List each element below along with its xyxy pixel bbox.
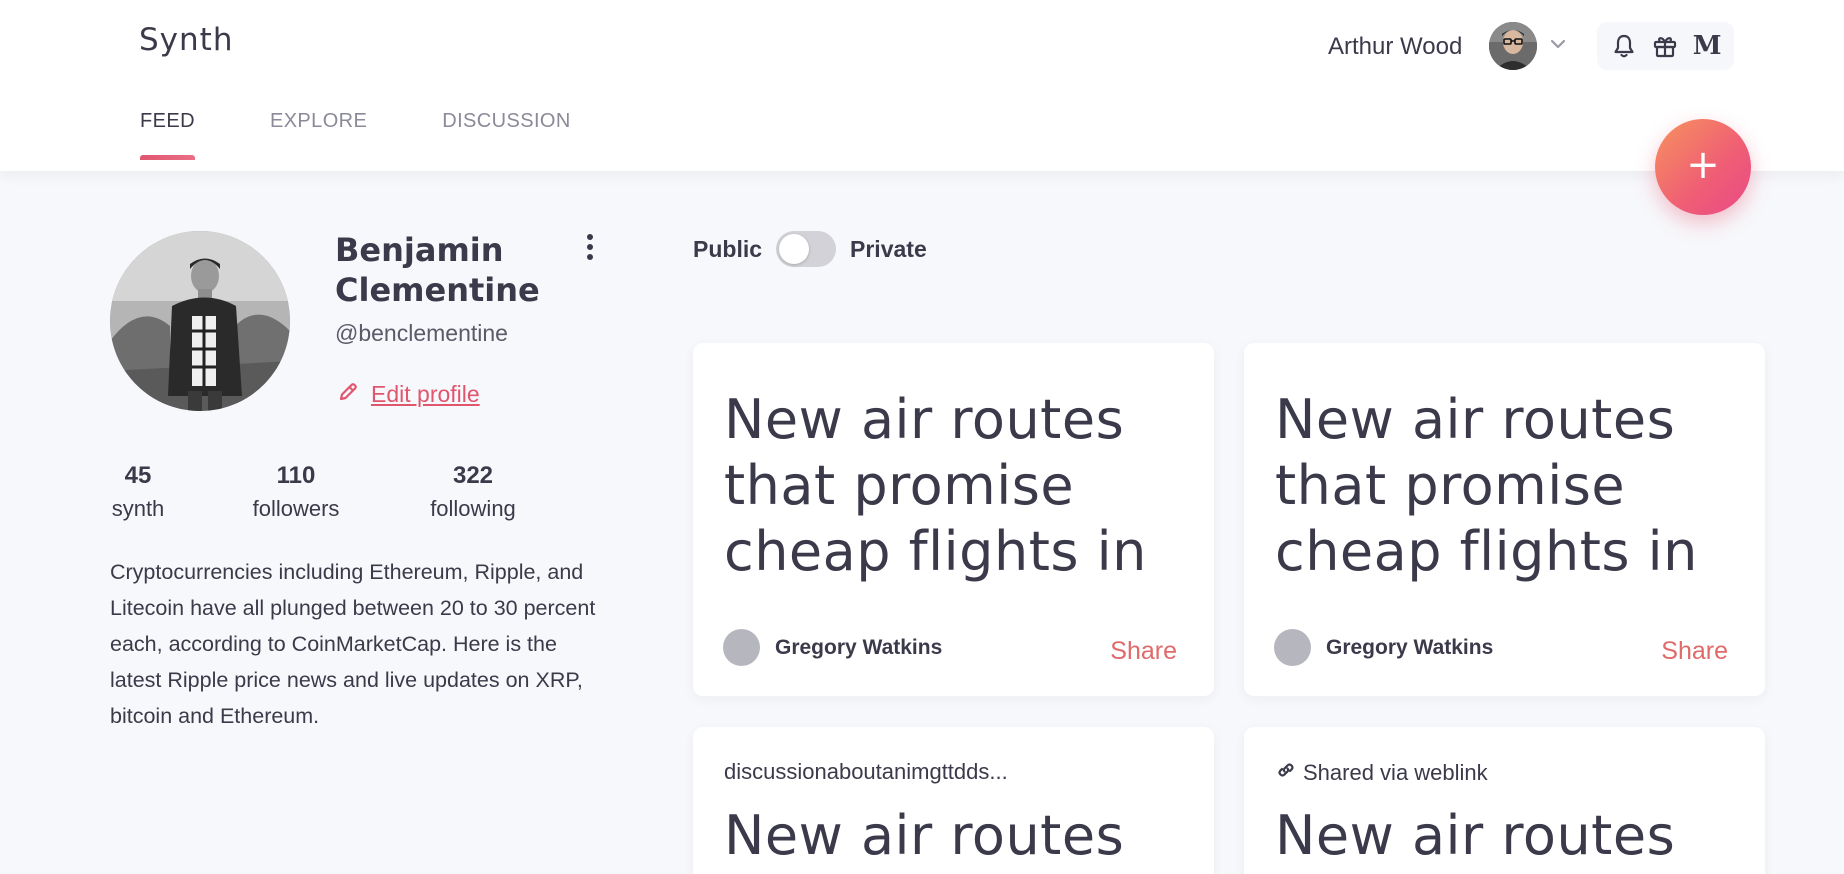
edit-profile-link[interactable]: Edit profile [337, 381, 480, 408]
author-avatar [1274, 629, 1311, 666]
stat-label: followers [252, 496, 340, 521]
tab-discussion[interactable]: DISCUSSION [442, 110, 570, 160]
author-name: Gregory Watkins [1326, 635, 1494, 659]
profile-name: Benjamin Clementine [335, 231, 540, 309]
gift-icon[interactable] [1649, 30, 1681, 62]
post-title[interactable]: New air routes that promise cheap flight… [724, 387, 1194, 585]
tab-explore[interactable]: EXPLORE [270, 110, 367, 160]
user-avatar[interactable] [1489, 22, 1537, 70]
stat-label: synth [111, 496, 165, 521]
stat-followers[interactable]: 110 followers [245, 462, 347, 522]
stat-value: 45 [124, 462, 152, 489]
main-tabs: FEED EXPLORE DISCUSSION [140, 110, 571, 160]
post-meta-text: Shared via weblink [1303, 760, 1488, 785]
user-name[interactable]: Arthur Wood [1328, 33, 1462, 61]
post-meta-text: discussionaboutanimgttdds... [724, 759, 1008, 784]
post-author[interactable]: Gregory Watkins [723, 629, 942, 666]
edit-profile-label[interactable]: Edit profile [371, 381, 480, 408]
author-avatar [723, 629, 760, 666]
tab-feed[interactable]: FEED [140, 110, 195, 160]
stat-following[interactable]: 322 following [422, 462, 524, 522]
post-meta: Shared via weblink [1275, 759, 1488, 787]
post-card[interactable]: New air routes that promise cheap flight… [693, 343, 1214, 696]
medium-icon[interactable]: M [1691, 30, 1723, 62]
post-meta: discussionaboutanimgttdds... [724, 759, 1008, 785]
share-button[interactable]: Share [1110, 637, 1177, 666]
visibility-switch[interactable] [776, 231, 837, 267]
chevron-down-icon[interactable] [1548, 34, 1568, 54]
stat-value: 322 [452, 462, 494, 489]
post-title[interactable]: New air routes that promise cheap flight… [1275, 387, 1745, 585]
post-title[interactable]: New air routes [724, 803, 1194, 869]
bell-icon[interactable] [1608, 30, 1640, 62]
share-button[interactable]: Share [1661, 637, 1728, 666]
private-label: Private [850, 235, 927, 262]
post-author[interactable]: Gregory Watkins [1274, 629, 1493, 666]
post-title[interactable]: New air routes [1275, 803, 1745, 869]
brand-logo[interactable]: Synth [139, 22, 233, 58]
profile-handle: @benclementine [335, 320, 508, 346]
post-card[interactable]: Shared via weblink New air routes [1244, 727, 1765, 874]
profile-avatar [110, 231, 290, 411]
stat-synth[interactable]: 45 synth [110, 462, 166, 522]
public-label: Public [693, 235, 763, 262]
stat-value: 110 [276, 462, 316, 489]
top-header: Synth FEED EXPLORE DISCUSSION Arthur Woo… [0, 0, 1844, 171]
post-card[interactable]: discussionaboutanimgttdds... New air rou… [693, 727, 1214, 874]
author-name: Gregory Watkins [775, 635, 943, 659]
more-options-icon[interactable] [580, 230, 600, 264]
profile-bio: Cryptocurrencies including Ethereum, Rip… [110, 560, 596, 728]
visibility-toggle-group: Public Private [693, 231, 927, 267]
switch-knob [779, 234, 810, 264]
create-post-button[interactable]: + [1655, 119, 1751, 215]
post-card[interactable]: New air routes that promise cheap flight… [1244, 343, 1765, 696]
header-icon-group: M [1597, 22, 1734, 70]
stat-label: following [430, 496, 516, 521]
pencil-icon [337, 381, 359, 408]
link-icon [1275, 759, 1297, 787]
